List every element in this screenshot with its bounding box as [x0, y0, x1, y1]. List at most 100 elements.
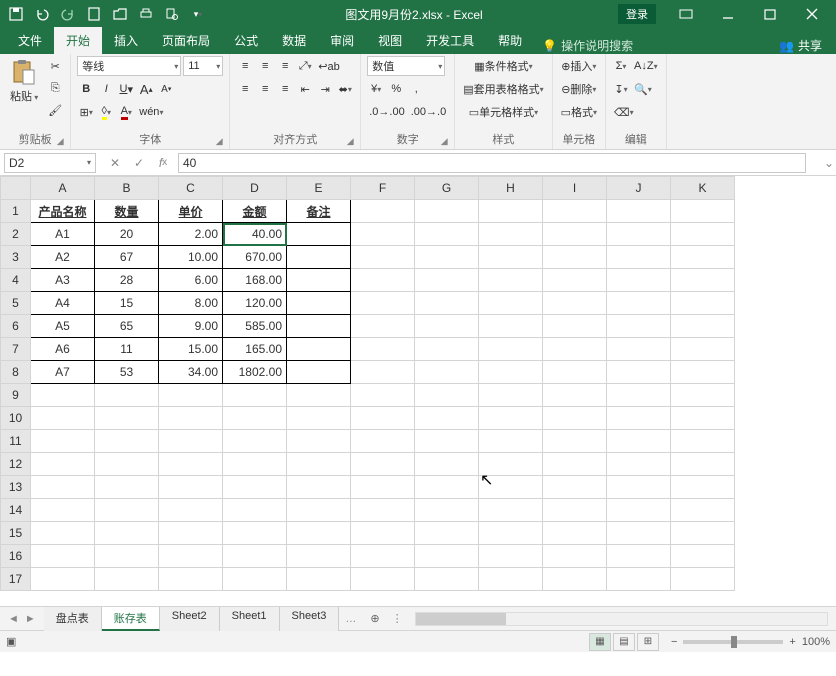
cell[interactable]: 585.00	[223, 315, 287, 338]
insert-cells-button[interactable]: ⊕ 插入	[559, 56, 599, 76]
col-header[interactable]: C	[159, 177, 223, 200]
cell[interactable]	[671, 476, 735, 499]
cell[interactable]	[607, 545, 671, 568]
redo-icon[interactable]	[56, 2, 80, 26]
cell[interactable]: A5	[31, 315, 95, 338]
cell[interactable]	[607, 361, 671, 384]
cell[interactable]	[351, 292, 415, 315]
cell[interactable]	[543, 453, 607, 476]
cell[interactable]	[351, 338, 415, 361]
cell[interactable]	[479, 384, 543, 407]
row-header[interactable]: 5	[1, 292, 31, 315]
cell[interactable]	[415, 292, 479, 315]
cell[interactable]	[607, 522, 671, 545]
cell[interactable]	[543, 200, 607, 223]
bold-button[interactable]: B	[77, 79, 95, 99]
cell[interactable]	[31, 407, 95, 430]
cell[interactable]	[95, 430, 159, 453]
cell[interactable]	[95, 499, 159, 522]
cell[interactable]: 9.00	[159, 315, 223, 338]
cell[interactable]	[351, 384, 415, 407]
cell[interactable]	[31, 453, 95, 476]
cell[interactable]	[671, 430, 735, 453]
cell[interactable]	[351, 407, 415, 430]
cell[interactable]	[351, 453, 415, 476]
tab-formulas[interactable]: 公式	[222, 27, 270, 54]
tab-home[interactable]: 开始	[54, 27, 102, 54]
align-launcher-icon[interactable]: ◢	[344, 136, 356, 148]
cell[interactable]	[31, 522, 95, 545]
tab-insert[interactable]: 插入	[102, 27, 150, 54]
col-header[interactable]: B	[95, 177, 159, 200]
col-header[interactable]: I	[543, 177, 607, 200]
cell[interactable]	[479, 246, 543, 269]
cell[interactable]	[671, 315, 735, 338]
cell[interactable]	[479, 269, 543, 292]
cell[interactable]	[671, 246, 735, 269]
tab-view[interactable]: 视图	[366, 27, 414, 54]
align-bottom-icon[interactable]: ≡	[276, 56, 294, 76]
cell[interactable]	[671, 568, 735, 591]
cell[interactable]	[287, 223, 351, 246]
cell[interactable]: A2	[31, 246, 95, 269]
cell[interactable]	[671, 292, 735, 315]
cell[interactable]	[287, 292, 351, 315]
col-header[interactable]: D	[223, 177, 287, 200]
font-size-combo[interactable]: 11	[183, 56, 223, 76]
sheet-nav-prev-icon[interactable]: ◄	[8, 613, 19, 625]
zoom-in-icon[interactable]: +	[789, 636, 795, 648]
col-header[interactable]: F	[351, 177, 415, 200]
cell[interactable]	[479, 522, 543, 545]
col-header[interactable]: H	[479, 177, 543, 200]
cell[interactable]	[31, 476, 95, 499]
cell[interactable]	[351, 269, 415, 292]
cell[interactable]	[479, 545, 543, 568]
paste-button[interactable]: 粘贴	[6, 56, 42, 106]
cell[interactable]: 120.00	[223, 292, 287, 315]
cell[interactable]	[543, 223, 607, 246]
cell[interactable]: A4	[31, 292, 95, 315]
align-center-icon[interactable]: ≡	[256, 79, 274, 99]
cell[interactable]	[479, 223, 543, 246]
cell[interactable]	[607, 246, 671, 269]
row-header[interactable]: 3	[1, 246, 31, 269]
cell[interactable]	[479, 499, 543, 522]
cell[interactable]	[479, 430, 543, 453]
row-header[interactable]: 4	[1, 269, 31, 292]
cell[interactable]	[671, 223, 735, 246]
scroll-thumb[interactable]	[416, 613, 506, 625]
cell[interactable]	[543, 246, 607, 269]
cell[interactable]	[287, 430, 351, 453]
cell[interactable]	[351, 200, 415, 223]
cell[interactable]	[543, 338, 607, 361]
cell[interactable]	[607, 568, 671, 591]
zoom-level[interactable]: 100%	[802, 636, 830, 648]
minimize-icon[interactable]	[708, 2, 748, 26]
cell[interactable]	[415, 476, 479, 499]
col-header[interactable]: J	[607, 177, 671, 200]
cell[interactable]: 15.00	[159, 338, 223, 361]
decrease-decimal-icon[interactable]: .00→.0	[409, 102, 448, 122]
sheet-tab[interactable]: Sheet3	[280, 607, 340, 631]
cell[interactable]: 165.00	[223, 338, 287, 361]
col-header[interactable]: G	[415, 177, 479, 200]
cell[interactable]	[31, 568, 95, 591]
copy-icon[interactable]: ⎘	[46, 78, 64, 98]
quickprint-icon[interactable]	[134, 2, 158, 26]
cell[interactable]	[351, 499, 415, 522]
spreadsheet-grid[interactable]: ABCDEFGHIJK1产品名称数量单价金额备注2A1202.0040.003A…	[0, 176, 836, 606]
col-header[interactable]: A	[31, 177, 95, 200]
cell[interactable]: 40.00	[223, 223, 287, 246]
cell[interactable]	[479, 568, 543, 591]
cell[interactable]	[543, 407, 607, 430]
save-icon[interactable]	[4, 2, 28, 26]
cell[interactable]	[543, 545, 607, 568]
cell[interactable]	[287, 453, 351, 476]
enter-icon[interactable]: ✓	[128, 153, 150, 173]
format-painter-icon[interactable]: 🖌	[46, 100, 64, 120]
ribbon-display-icon[interactable]	[666, 2, 706, 26]
cell[interactable]: 10.00	[159, 246, 223, 269]
cell[interactable]	[287, 384, 351, 407]
row-header[interactable]: 17	[1, 568, 31, 591]
clipboard-launcher-icon[interactable]: ◢	[54, 136, 66, 148]
